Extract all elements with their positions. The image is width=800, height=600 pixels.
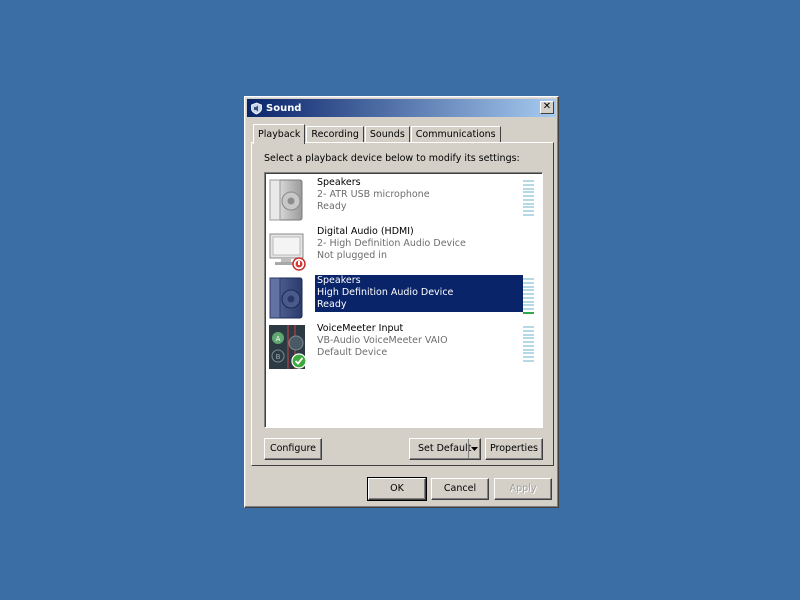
device-text: Digital Audio (HDMI) 2- High Definition … xyxy=(315,226,523,262)
chevron-down-icon[interactable] xyxy=(468,439,480,459)
window-title: Sound xyxy=(266,102,302,114)
device-item-voicemeeter-input[interactable]: A B VoiceMeeter Input VB-Audio VoiceMeet… xyxy=(267,323,540,371)
sound-dialog: Sound ✕ Playback Recording Sounds Commun… xyxy=(244,96,559,508)
monitor-icon xyxy=(267,226,307,274)
device-description: 2- High Definition Audio Device xyxy=(317,238,466,249)
device-name: Speakers xyxy=(317,275,361,286)
cancel-button[interactable]: Cancel xyxy=(431,478,489,500)
close-button[interactable]: ✕ xyxy=(540,101,554,114)
device-item-speakers-atr[interactable]: Speakers 2- ATR USB microphone Ready xyxy=(267,177,540,225)
volume-meter xyxy=(523,278,534,314)
tab-sounds[interactable]: Sounds xyxy=(364,126,410,143)
svg-text:A: A xyxy=(276,335,281,343)
volume-meter xyxy=(523,180,534,216)
tab-recording[interactable]: Recording xyxy=(306,126,364,143)
volume-meter xyxy=(523,326,534,362)
device-name: VoiceMeeter Input xyxy=(317,323,404,334)
device-description: 2- ATR USB microphone xyxy=(317,189,430,200)
instruction-text: Select a playback device below to modify… xyxy=(264,153,520,164)
voicemeeter-icon: A B xyxy=(267,323,307,371)
apply-button[interactable]: Apply xyxy=(494,478,552,500)
device-item-speakers-hd[interactable]: Speakers High Definition Audio Device Re… xyxy=(267,275,540,323)
speaker-icon xyxy=(267,275,307,323)
speaker-icon xyxy=(267,177,307,225)
title-bar[interactable]: Sound ✕ xyxy=(247,99,556,117)
close-icon: ✕ xyxy=(542,101,552,112)
device-status: Default Device xyxy=(317,347,388,358)
device-text: Speakers 2- ATR USB microphone Ready xyxy=(315,177,523,213)
tab-strip: Playback Recording Sounds Communications xyxy=(253,123,502,144)
playback-device-list[interactable]: Speakers 2- ATR USB microphone Ready Dig… xyxy=(264,172,543,428)
device-status: Not plugged in xyxy=(317,250,387,261)
svg-text:B: B xyxy=(276,353,281,361)
properties-button[interactable]: Properties xyxy=(485,438,543,460)
device-description: VB-Audio VoiceMeeter VAIO xyxy=(317,335,448,346)
device-item-digital-audio-hdmi[interactable]: Digital Audio (HDMI) 2- High Definition … xyxy=(267,226,540,274)
set-default-button[interactable]: Set Default xyxy=(409,438,481,460)
playback-panel: Select a playback device below to modify… xyxy=(251,142,554,466)
ok-button[interactable]: OK xyxy=(367,477,427,501)
set-default-label: Set Default xyxy=(418,443,472,454)
device-name: Speakers xyxy=(317,177,361,188)
device-status: Ready xyxy=(317,201,347,212)
sound-app-icon xyxy=(249,101,263,115)
device-text: Speakers High Definition Audio Device Re… xyxy=(315,275,523,312)
configure-button[interactable]: Configure xyxy=(264,438,322,460)
device-status: Ready xyxy=(317,299,347,310)
device-description: High Definition Audio Device xyxy=(317,287,454,298)
device-text: VoiceMeeter Input VB-Audio VoiceMeeter V… xyxy=(315,323,523,359)
device-name: Digital Audio (HDMI) xyxy=(317,226,414,237)
tab-playback[interactable]: Playback xyxy=(253,124,306,144)
tab-communications[interactable]: Communications xyxy=(410,126,501,143)
